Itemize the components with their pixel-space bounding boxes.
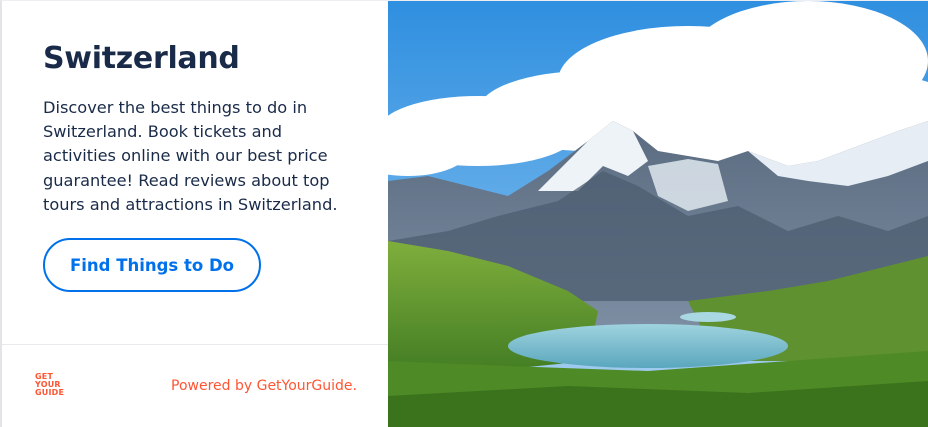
small-lake [680, 312, 736, 322]
info-panel: Switzerland Discover the best things to … [2, 1, 388, 427]
info-content: Switzerland Discover the best things to … [2, 1, 388, 293]
alpine-landscape-illustration [388, 1, 928, 427]
lake [508, 324, 788, 368]
powered-by-link[interactable]: Powered by GetYourGuide. [171, 378, 357, 394]
logo-line: GUIDE [35, 388, 65, 397]
getyourguide-logo[interactable]: GET YOUR GUIDE [35, 373, 64, 397]
destination-description: Discover the best things to do in Switze… [43, 98, 338, 214]
destination-title: Switzerland [43, 41, 240, 76]
destination-image [388, 1, 928, 427]
widget-footer: GET YOUR GUIDE Powered by GetYourGuide. [2, 344, 388, 427]
find-things-to-do-button[interactable]: Find Things to Do [43, 238, 261, 293]
getyourguide-widget: Switzerland Discover the best things to … [0, 0, 928, 427]
